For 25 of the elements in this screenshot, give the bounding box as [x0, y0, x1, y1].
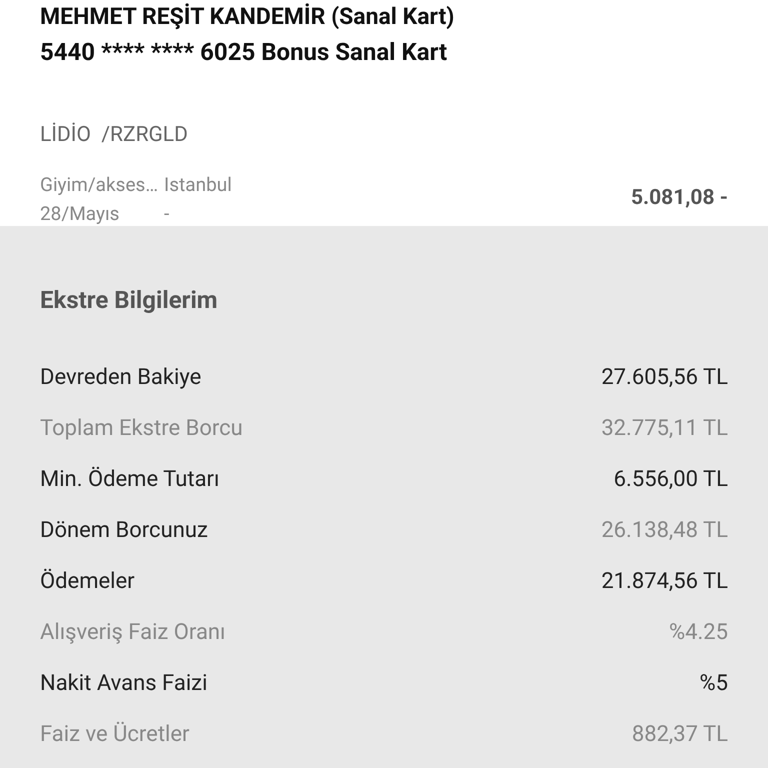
row-value: 27.605,56 TL: [601, 364, 728, 392]
row-label: Min. Ödeme Tutarı: [40, 466, 220, 494]
card-number: 5440 **** **** 6025 Bonus Sanal Kart: [40, 37, 448, 67]
row-value: 21.874,56 TL: [601, 568, 728, 596]
row-label: Ödemeler: [40, 568, 135, 596]
row-value: 32.775,11 TL: [601, 415, 728, 443]
row-label: Nakit Avans Faizi: [40, 670, 208, 698]
row-label: Alışveriş Faiz Oranı: [40, 619, 226, 647]
row-label: Toplam Ekstre Borcu: [40, 415, 243, 443]
row-value: %5: [700, 670, 728, 698]
transaction-city: Istanbul: [164, 172, 232, 198]
merchant-name: LİDİO /RZRGLD: [40, 122, 188, 148]
transaction-date: 28/Mayıs: [40, 201, 120, 227]
row-label: Devreden Bakiye: [40, 364, 202, 392]
row-label: Dönem Borcunuz: [40, 517, 208, 545]
transaction-category: Giyim/akses…: [40, 172, 158, 198]
row-label: Faiz ve Ücretler: [40, 720, 190, 749]
transaction-amount: 5.081,08 -: [630, 185, 728, 212]
section-title: Ekstre Bilgilerim: [40, 285, 218, 316]
row-value: 882,37 TL: [632, 721, 728, 749]
transaction-dash: -: [164, 201, 170, 227]
row-value: %4.25: [668, 619, 728, 647]
card-holder-name: MEHMET REŞİT KANDEMİR (Sanal Kart): [40, 4, 454, 30]
row-value: 26.138,48 TL: [601, 517, 728, 545]
row-value: 6.556,00 TL: [614, 466, 728, 494]
